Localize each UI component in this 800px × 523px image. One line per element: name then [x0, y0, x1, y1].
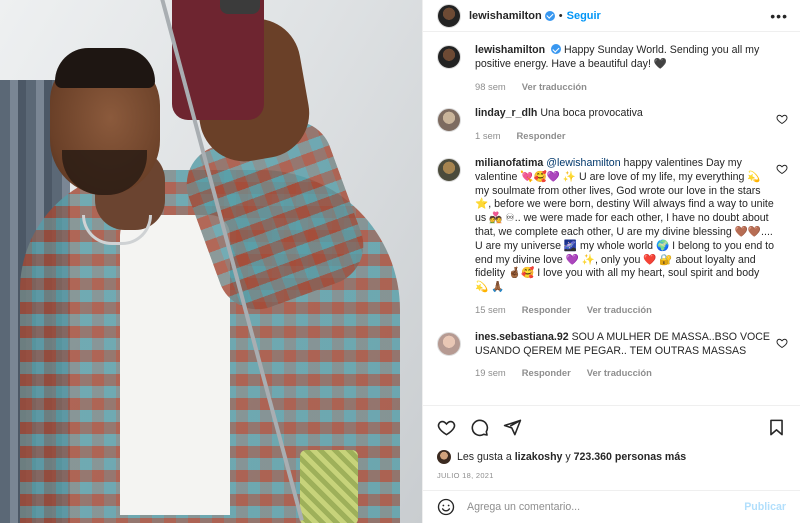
likes-connector: y — [565, 451, 571, 463]
photo-phone-camera — [220, 0, 260, 14]
post-side-panel: lewishamilton • Seguir ••• lewishamilton… — [422, 0, 800, 523]
comment-mention[interactable]: @lewishamilton — [546, 157, 620, 169]
comment-avatar[interactable] — [437, 108, 461, 133]
comment-text: Una boca provocativa — [540, 107, 643, 120]
photo-hair — [55, 48, 155, 88]
comment-username[interactable]: milianofatima — [475, 157, 543, 169]
caption-avatar[interactable] — [437, 45, 461, 69]
more-options-icon[interactable]: ••• — [770, 9, 788, 23]
add-comment-bar: Publicar — [423, 490, 800, 523]
caption: lewishamilton Happy Sunday World. Sendin… — [437, 44, 788, 93]
send-icon[interactable] — [503, 418, 522, 437]
caption-time[interactable]: 98 sem — [475, 80, 506, 94]
comment-meta: 19 sem Responder Ver traducción — [475, 366, 775, 380]
author-username[interactable]: lewishamilton — [469, 10, 542, 22]
likes-count[interactable]: 723.360 personas más — [574, 451, 687, 463]
comment-icon[interactable] — [470, 418, 489, 437]
post-date[interactable]: JULIO 18, 2021 — [437, 471, 786, 480]
comment-time[interactable]: 15 sem — [475, 303, 506, 317]
follow-button[interactable]: Seguir — [567, 10, 601, 22]
heart-icon[interactable] — [437, 418, 456, 437]
comment-item: milianofatima @lewishamilton happy valen… — [437, 157, 788, 317]
comment-text: happy valentines Day my valentine 💘🥰💜 ✨ … — [475, 156, 775, 294]
instagram-post-view: lewishamilton • Seguir ••• lewishamilton… — [0, 0, 800, 523]
comment-like-heart-icon[interactable] — [776, 163, 788, 175]
comment-body: ines.sebastiana.92 SOU A MULHER DE MASSA… — [475, 331, 775, 380]
separator-dot: • — [558, 9, 563, 22]
comment-meta: 15 sem Responder Ver traducción — [475, 303, 775, 317]
likes-prefix: Les gusta a — [457, 451, 512, 463]
post-actions: Les gusta a lizakoshy y 723.360 personas… — [423, 405, 800, 480]
reply-button[interactable]: Responder — [517, 129, 566, 143]
caption-body: lewishamilton Happy Sunday World. Sendin… — [475, 44, 775, 93]
caption-meta: 98 sem Ver traducción — [475, 80, 775, 94]
verified-badge-icon — [544, 10, 555, 21]
comment-time[interactable]: 1 sem — [475, 129, 501, 143]
emoji-icon[interactable] — [437, 498, 455, 516]
comment-item: linday_r_dlh Una boca provocativa 1 sem … — [437, 107, 788, 143]
comment-meta: 1 sem Responder — [475, 129, 775, 143]
comment-input[interactable] — [467, 501, 745, 513]
bookmark-icon[interactable] — [767, 418, 786, 437]
photo-phone — [172, 0, 264, 120]
post-photo[interactable] — [0, 0, 422, 523]
publish-button[interactable]: Publicar — [744, 501, 786, 513]
comment-body: milianofatima @lewishamilton happy valen… — [475, 157, 775, 317]
comment-like-heart-icon[interactable] — [776, 113, 788, 125]
photo-zipper-detail — [300, 450, 358, 523]
likes-summary: Les gusta a lizakoshy y 723.360 personas… — [437, 450, 786, 464]
comment-like-heart-icon[interactable] — [776, 337, 788, 349]
liker-username[interactable]: lizakoshy — [515, 451, 563, 463]
comment-avatar[interactable] — [437, 331, 461, 356]
reply-button[interactable]: Responder — [522, 303, 571, 317]
comment-time[interactable]: 19 sem — [475, 366, 506, 380]
comments-list[interactable]: lewishamilton Happy Sunday World. Sendin… — [423, 32, 800, 405]
comment-item: ines.sebastiana.92 SOU A MULHER DE MASSA… — [437, 331, 788, 380]
post-header: lewishamilton • Seguir ••• — [423, 0, 800, 32]
comment-avatar[interactable] — [437, 157, 461, 182]
reply-button[interactable]: Responder — [522, 366, 571, 380]
translate-link[interactable]: Ver traducción — [587, 366, 652, 380]
translate-link[interactable]: Ver traducción — [587, 303, 652, 317]
caption-username[interactable]: lewishamilton — [475, 44, 545, 56]
caption-translate-link[interactable]: Ver traducción — [522, 80, 587, 94]
action-icons-row — [437, 416, 786, 438]
comment-username[interactable]: ines.sebastiana.92 — [475, 331, 569, 343]
liker-avatar[interactable] — [437, 450, 451, 464]
comment-body: linday_r_dlh Una boca provocativa 1 sem … — [475, 107, 775, 143]
comment-username[interactable]: linday_r_dlh — [475, 107, 537, 119]
author-avatar[interactable] — [437, 3, 461, 28]
verified-badge-icon — [551, 44, 562, 54]
